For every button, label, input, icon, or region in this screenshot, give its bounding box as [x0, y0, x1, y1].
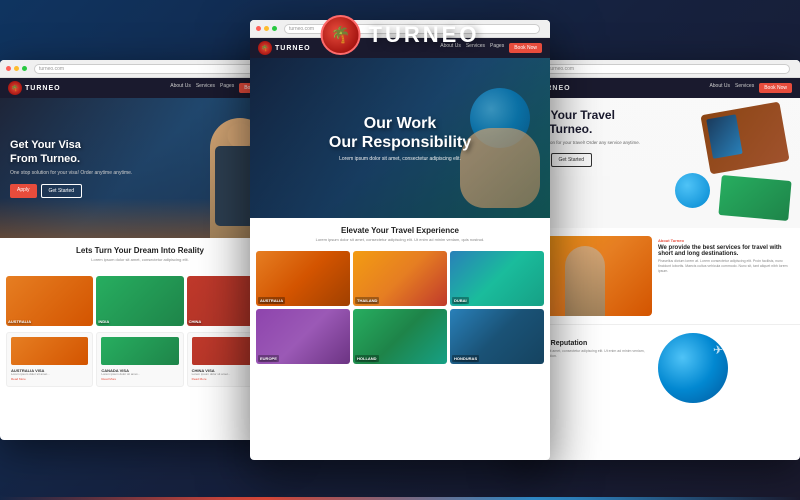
dot-minimize-left[interactable]: [14, 66, 19, 71]
center-dest-australia[interactable]: AUSTRALIA: [256, 251, 350, 306]
dest-label-india: INDIA: [98, 319, 109, 324]
right-nav: 🌴 TURNEO About Us Services Book Now: [510, 78, 800, 98]
nav-pages[interactable]: Pages: [220, 83, 234, 93]
main-logo-text: TURNEO: [369, 22, 480, 48]
visa-more-canada[interactable]: Read More: [101, 377, 178, 381]
dot-minimize-center[interactable]: [264, 26, 269, 31]
reputation-globe: [658, 333, 728, 403]
nav-about[interactable]: About Us: [170, 83, 191, 93]
center-dest-label-aus: AUSTRALIA: [258, 297, 285, 304]
nav-pages-center[interactable]: Pages: [490, 43, 504, 53]
dot-close-center[interactable]: [256, 26, 261, 31]
center-dest-thailand[interactable]: THAILAND: [353, 251, 447, 306]
left-hero-title: Get Your VisaFrom Turneo.: [10, 138, 132, 167]
visa-card-canada[interactable]: CANADA VISA Lorem ipsum dolor sit amet..…: [96, 332, 183, 387]
elevate-title: Elevate Your Travel Experience: [258, 226, 542, 235]
right-hero-title: Start Your TravelWith Turneo.: [520, 108, 790, 137]
about-text: About Turneo We provide the best service…: [658, 236, 792, 316]
visa-img-canada: [101, 337, 178, 365]
center-dest-honduras[interactable]: HONDURAS: [450, 309, 544, 364]
right-hero: Start Your TravelWith Turneo. One stop s…: [510, 98, 800, 228]
visa-card-australia[interactable]: AUSTRALIA VISA Lorem ipsum dolor sit ame…: [6, 332, 93, 387]
visa-more-aus[interactable]: Read More: [11, 377, 88, 381]
nav-services-right[interactable]: Services: [735, 83, 754, 93]
center-dest-label-europe: EUROPE: [258, 355, 279, 362]
about-badge: About Turneo: [658, 238, 792, 243]
center-dest-label-dubai: DUBAI: [452, 297, 469, 304]
dream-title: Lets Turn Your Dream Into Reality: [8, 246, 272, 255]
windows-container: turneo.com 🌴 TURNEO About Us Services Pa…: [0, 0, 800, 500]
about-title: We provide the best services for travel …: [658, 245, 792, 257]
left-logo: 🌴 TURNEO: [8, 81, 61, 95]
nav-book-btn-center[interactable]: Book Now: [509, 43, 542, 53]
money-decoration: [718, 175, 791, 221]
globe-small-decoration: [675, 173, 710, 208]
nav-about-right[interactable]: About Us: [709, 83, 730, 93]
left-visa-grid: AUSTRALIA VISA Lorem ipsum dolor sit ame…: [0, 332, 280, 393]
left-apply-btn[interactable]: Apply: [10, 184, 37, 198]
window-left: turneo.com 🌴 TURNEO About Us Services Pa…: [0, 60, 280, 440]
center-dest-label-thai: THAILAND: [355, 297, 379, 304]
nav-services[interactable]: Services: [196, 83, 215, 93]
right-hero-buttons: Apply Get Started: [520, 153, 790, 167]
dest-card-aus[interactable]: AUSTRALIA: [6, 276, 93, 326]
left-contact-btn[interactable]: Get Started: [41, 184, 83, 198]
logo-text-left: TURNEO: [25, 85, 61, 92]
right-hero-subtitle: One stop solution for your travel! Order…: [520, 140, 790, 145]
center-hero-text: Our WorkOur Responsibility Lorem ipsum d…: [329, 114, 471, 162]
logo-icon-left: 🌴: [8, 81, 22, 95]
center-hero-subtitle: Lorem ipsum dolor sit amet, consectetur …: [329, 156, 471, 162]
center-dest-dubai[interactable]: DUBAI: [450, 251, 544, 306]
right-reputation-section: Feature: 04 Excellent Reputation Lorem i…: [510, 324, 800, 411]
window-right: turneo.com 🌴 TURNEO About Us Services Bo…: [510, 60, 800, 460]
logo-text-center: TURNEO: [275, 45, 311, 52]
center-elevate-section: Elevate Your Travel Experience Lorem ips…: [250, 218, 550, 251]
hand-decoration: [460, 128, 540, 208]
dream-subtitle: Lorem ipsum dolor sit amet, consectetur …: [8, 257, 272, 262]
visa-img-aus: [11, 337, 88, 365]
about-person: [565, 246, 605, 316]
url-bar-right[interactable]: turneo.com: [544, 64, 790, 74]
left-nav: 🌴 TURNEO About Us Services Pages Book No…: [0, 78, 280, 98]
right-contact-btn[interactable]: Get Started: [551, 153, 593, 167]
about-desc: Phasellus dictum lorem at. Lorem consect…: [658, 259, 792, 274]
left-destinations-grid: AUSTRALIA INDIA CHINA: [0, 270, 280, 332]
center-hero: Our WorkOur Responsibility Lorem ipsum d…: [250, 58, 550, 218]
elevate-text: Lorem ipsum dolor sit amet, consectetur …: [258, 237, 542, 243]
left-hero-buttons: Apply Get Started: [10, 184, 132, 198]
browser-bar-right: turneo.com: [510, 60, 800, 78]
left-hero-subtitle: One stop solution for your visa! Order a…: [10, 170, 132, 176]
left-hero: Get Your VisaFrom Turneo. One stop solut…: [0, 98, 280, 238]
main-logo-icon: 🌴: [321, 15, 361, 55]
center-destinations-grid: AUSTRALIA THAILAND DUBAI EUROPE HOLLAND …: [250, 251, 550, 370]
right-hero-text: Start Your TravelWith Turneo. One stop s…: [520, 108, 790, 167]
logo-icon-center: 🌴: [258, 41, 272, 55]
main-logo: 🌴 TURNEO: [321, 15, 480, 55]
dest-card-india[interactable]: INDIA: [96, 276, 183, 326]
dest-label-aus: AUSTRALIA: [8, 319, 31, 324]
dot-close-left[interactable]: [6, 66, 11, 71]
center-dest-europe[interactable]: EUROPE: [256, 309, 350, 364]
center-dest-label-honduras: HONDURAS: [452, 355, 479, 362]
dot-maximize-center[interactable]: [272, 26, 277, 31]
browser-bar-left: turneo.com: [0, 60, 280, 78]
center-dest-label-holland: HOLLAND: [355, 355, 379, 362]
left-dream-section: Lets Turn Your Dream Into Reality Lorem …: [0, 238, 280, 270]
right-about-section: About Turneo We provide the best service…: [510, 228, 800, 324]
window-center: turneo.com 🌴 TURNEO About Us Services Pa…: [250, 20, 550, 460]
nav-book-btn-right[interactable]: Book Now: [759, 83, 792, 93]
center-logo: 🌴 TURNEO: [258, 41, 311, 55]
left-hero-text: Get Your VisaFrom Turneo. One stop solut…: [10, 138, 132, 199]
url-bar-left[interactable]: turneo.com: [34, 64, 270, 74]
dot-maximize-left[interactable]: [22, 66, 27, 71]
center-hero-title: Our WorkOur Responsibility: [329, 114, 471, 152]
nav-links-right: About Us Services Book Now: [709, 83, 792, 93]
dest-label-china: CHINA: [189, 319, 202, 324]
center-dest-holland[interactable]: HOLLAND: [353, 309, 447, 364]
